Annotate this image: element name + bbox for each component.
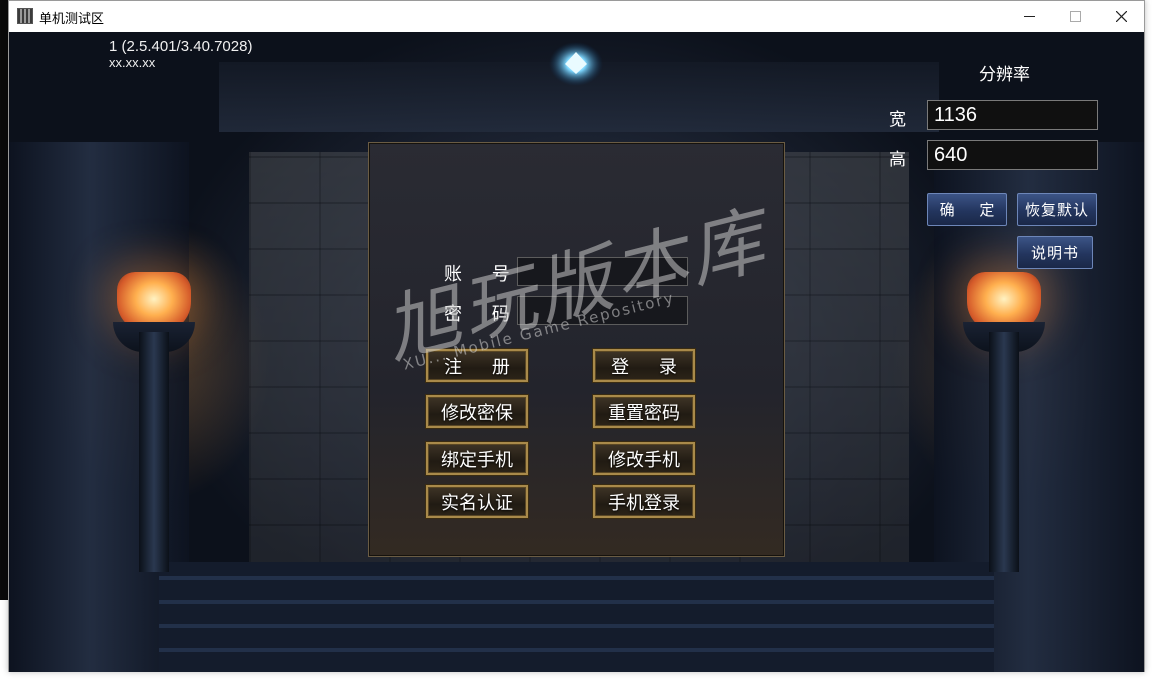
minimize-button[interactable] [1006, 1, 1052, 31]
app-icon [17, 8, 33, 24]
stone-steps [159, 562, 994, 672]
minimize-icon [1023, 15, 1035, 17]
height-input[interactable]: 640 [927, 140, 1098, 170]
torch-post [989, 332, 1019, 572]
resolution-title: 分辨率 [979, 65, 1030, 85]
login-button-label: 登 录 [611, 356, 689, 378]
torch-post [139, 332, 169, 572]
maximize-icon [1069, 10, 1081, 22]
manual-button[interactable]: 说明书 [1017, 236, 1093, 269]
reset-password-button[interactable]: 重置密码 [593, 395, 695, 428]
bind-phone-label: 绑定手机 [441, 449, 513, 471]
phone-login-button[interactable]: 手机登录 [593, 485, 695, 518]
change-phone-button[interactable]: 修改手机 [593, 442, 695, 475]
phone-login-label: 手机登录 [608, 492, 680, 514]
restore-default-label: 恢复默认 [1024, 201, 1089, 219]
confirm-button-label: 确 定 [939, 201, 1005, 219]
change-security-label: 修改密保 [441, 402, 513, 424]
password-label: 密 码 [444, 304, 522, 325]
account-input[interactable] [517, 257, 688, 286]
window-title: 单机测试区 [39, 12, 105, 27]
real-name-verification-button[interactable]: 实名认证 [426, 485, 528, 518]
account-label: 账 号 [444, 264, 522, 285]
real-name-label: 实名认证 [441, 492, 513, 514]
bind-phone-button[interactable]: 绑定手机 [426, 442, 528, 475]
right-torch [959, 272, 1049, 572]
version-text: 1 (2.5.401/3.40.7028) [109, 38, 253, 55]
manual-button-label: 说明书 [1030, 244, 1079, 262]
close-icon [1115, 10, 1127, 22]
server-ip-text: xx.xx.xx [109, 55, 156, 70]
close-button[interactable] [1098, 1, 1144, 31]
width-input[interactable]: 1136 [927, 100, 1098, 130]
change-security-question-button[interactable]: 修改密保 [426, 395, 528, 428]
login-button[interactable]: 登 录 [593, 349, 695, 382]
width-label: 宽 [889, 110, 906, 130]
change-phone-label: 修改手机 [608, 449, 680, 471]
glowing-gem-icon [549, 42, 603, 86]
game-canvas: 1 (2.5.401/3.40.7028) xx.xx.xx 分辨率 宽 113… [9, 32, 1144, 672]
maximize-button[interactable] [1052, 1, 1098, 31]
title-bar[interactable]: 单机测试区 [9, 1, 1144, 32]
confirm-resolution-button[interactable]: 确 定 [927, 193, 1007, 226]
register-button-label: 注 册 [444, 356, 522, 378]
left-torch [109, 272, 199, 572]
reset-password-label: 重置密码 [608, 402, 680, 424]
login-panel: 账 号 密 码 注 册 登 录 修改密保 重置密码 绑定手机 修改手机 实名认证… [368, 142, 785, 557]
password-input[interactable] [517, 296, 688, 325]
restore-default-button[interactable]: 恢复默认 [1017, 193, 1097, 226]
register-button[interactable]: 注 册 [426, 349, 528, 382]
game-window: 单机测试区 1 (2.5.401/3.40.7028) xx.xx.xx 分辨率… [8, 0, 1145, 672]
height-label: 高 [889, 150, 906, 170]
